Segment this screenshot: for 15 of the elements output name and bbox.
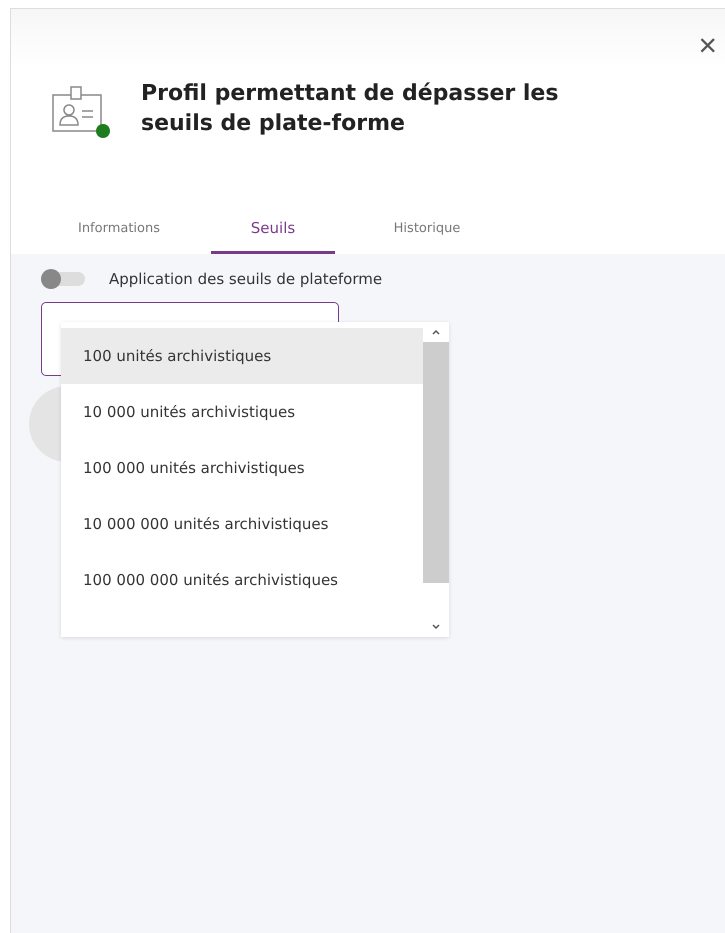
scroll-down-icon[interactable] — [431, 623, 441, 631]
close-button[interactable]: × — [698, 29, 717, 61]
scroll-up-icon[interactable] — [431, 328, 441, 336]
toggle-switch[interactable] — [41, 272, 85, 286]
tab[interactable]: Seuils — [211, 211, 335, 254]
dropdown-option[interactable]: 100 000 unités archivistiques — [61, 440, 423, 496]
dropdown-option[interactable]: 10 000 000 unités archivistiques — [61, 496, 423, 552]
tab[interactable]: Informations — [57, 211, 181, 254]
dropdown-option[interactable]: 100 unités archivistiques — [61, 328, 423, 384]
toggle-label: Application des seuils de plateforme — [109, 270, 382, 288]
dropdown-option[interactable]: 100 000 000 unités archivistiques — [61, 552, 423, 608]
dialog-title: Profil permettant de dépasser les seuils de plate-forme — [141, 80, 560, 138]
scrollbar-thumb[interactable] — [423, 342, 449, 583]
dropdown-option[interactable]: 10 000 unités archivistiques — [61, 384, 423, 440]
tab[interactable]: Historique — [365, 211, 489, 254]
